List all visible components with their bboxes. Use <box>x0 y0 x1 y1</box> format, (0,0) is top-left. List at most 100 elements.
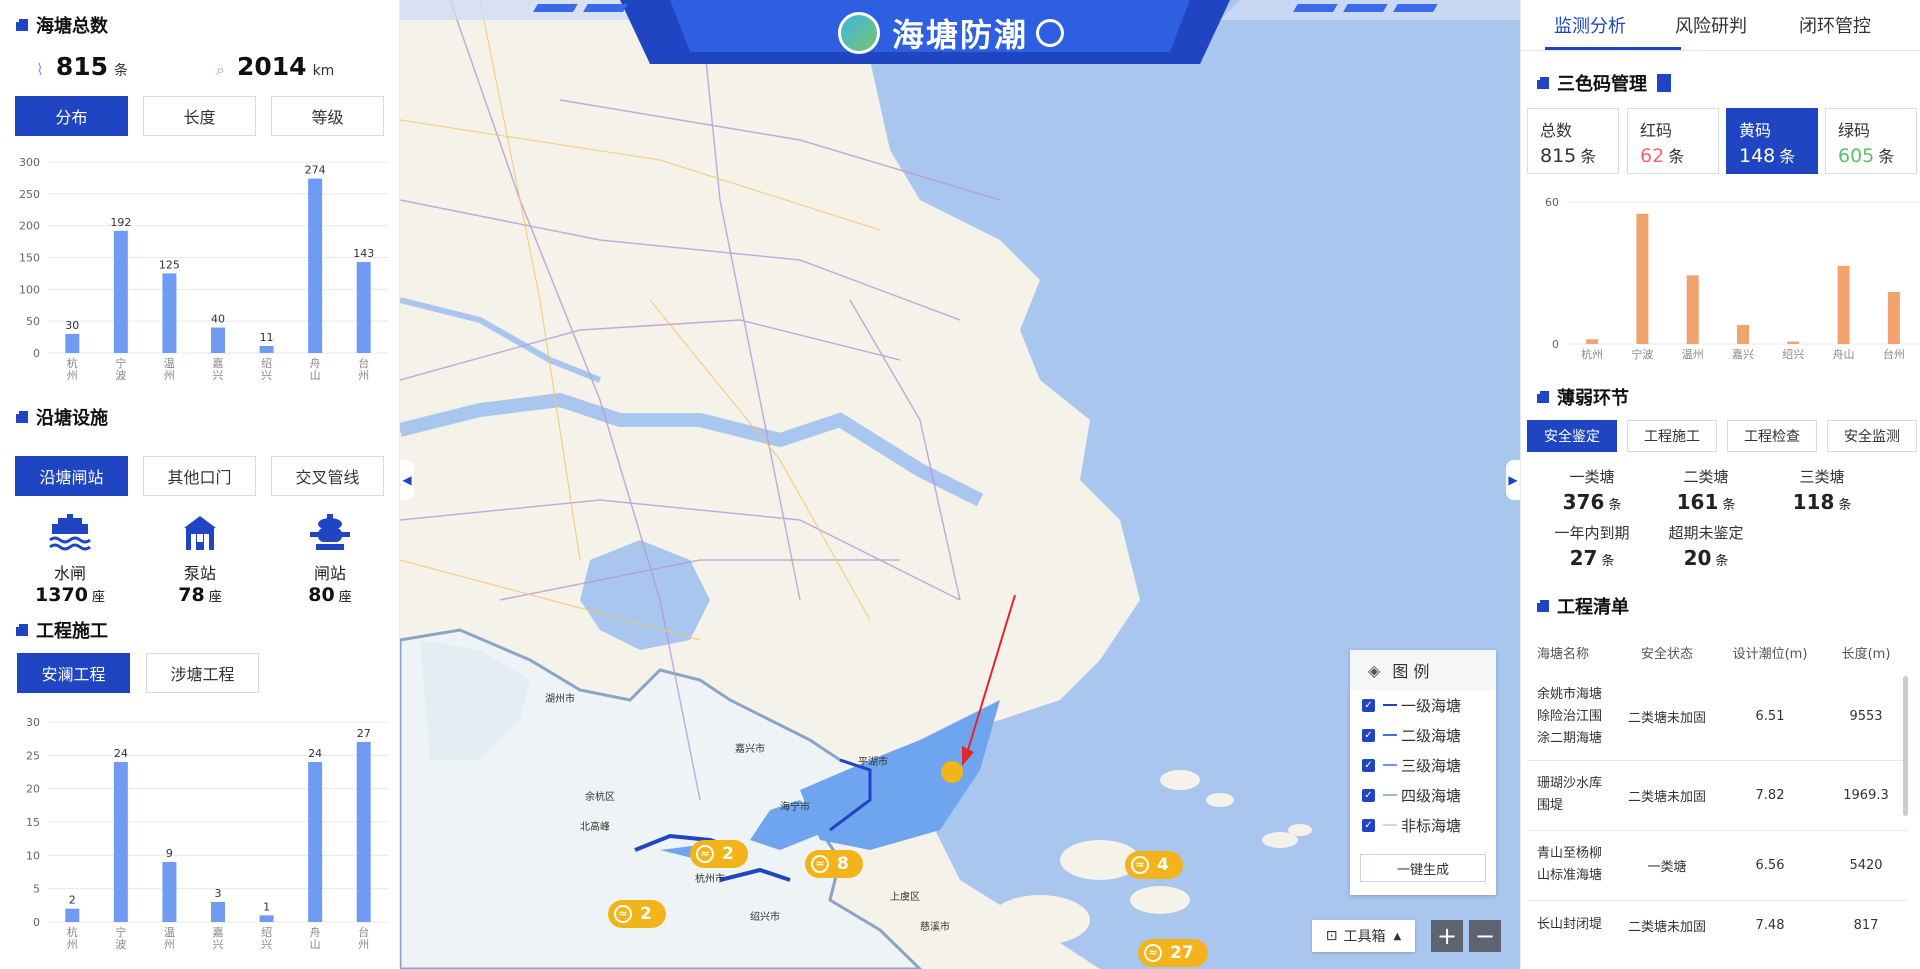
btn-other-gates[interactable]: 其他口门 <box>143 456 256 496</box>
table-row[interactable]: 珊瑚沙水库围堤 二类塘未加固 7.82 1969.3 <box>1527 760 1907 830</box>
zoom-in-button[interactable]: + <box>1431 920 1463 952</box>
legend-item[interactable]: ✓ 三级海塘 <box>1350 750 1496 780</box>
table-row[interactable]: 余姚市海塘除险治江围涂二期海塘 二类塘未加固 6.51 9553 <box>1527 674 1907 760</box>
bar[interactable] <box>308 178 323 353</box>
line-swatch <box>1383 734 1397 736</box>
collapse-right-icon[interactable]: ▶ <box>1506 460 1520 500</box>
checkbox-icon[interactable]: ✓ <box>1362 788 1375 802</box>
btn-inspection[interactable]: 工程检查 <box>1727 420 1817 452</box>
bar[interactable] <box>308 762 323 922</box>
table-scrollbar[interactable] <box>1903 676 1908 816</box>
bar[interactable] <box>1787 341 1800 344</box>
project-table: 海塘名称 安全状态 设计潮位(m) 长度(m) 余姚市海塘除险治江围涂二期海塘 … <box>1527 630 1907 950</box>
checkbox-icon[interactable]: ✓ <box>1362 698 1375 712</box>
btn-crossing-pipes[interactable]: 交叉管线 <box>271 456 384 496</box>
y-tick-label: 150 <box>19 252 40 265</box>
legend-label: 非标海塘 <box>1401 816 1462 835</box>
cluster-count: 2 <box>722 844 734 864</box>
bar[interactable] <box>162 862 177 922</box>
x-tick-label: 舟山 <box>1833 347 1855 361</box>
bar[interactable] <box>1686 275 1699 344</box>
collapse-left-icon[interactable]: ◀ <box>400 460 414 500</box>
code-card-yellow[interactable]: 黄码 148 条 <box>1726 108 1818 174</box>
checkbox-icon[interactable]: ✓ <box>1362 758 1375 772</box>
code-card-red[interactable]: 红码 62 条 <box>1627 108 1719 174</box>
legend-item[interactable]: ✓ 四级海塘 <box>1350 780 1496 810</box>
x-tick-label: 绍兴 <box>1782 347 1804 361</box>
btn-construction[interactable]: 工程施工 <box>1627 420 1717 452</box>
weak-item: 二类塘 161 条 <box>1651 466 1761 514</box>
bar[interactable] <box>162 273 177 353</box>
btn-anlan-project[interactable]: 安澜工程 <box>17 653 130 693</box>
bar[interactable] <box>211 327 225 353</box>
bar[interactable] <box>1737 325 1749 344</box>
bar[interactable] <box>1636 213 1649 344</box>
btn-sluice-station[interactable]: 沿塘闸站 <box>15 456 128 496</box>
bar[interactable] <box>1837 265 1850 344</box>
card-unit: 条 <box>1668 147 1685 166</box>
toolbox-icon: ⊡ <box>1325 928 1338 944</box>
tab-closed-loop[interactable]: 闭环管控 <box>1773 0 1897 50</box>
tab-risk[interactable]: 风险研判 <box>1649 0 1773 50</box>
table-row[interactable]: 青山至杨柳山标准海塘 一类塘 6.56 5420 <box>1527 830 1907 900</box>
toolbox-button[interactable]: ⊡ 工具箱 ▲ <box>1312 920 1415 952</box>
y-tick-label: 60 <box>1545 196 1559 209</box>
map-label: 海宁市 <box>780 800 810 813</box>
map-cluster[interactable]: ≈2 <box>690 840 748 868</box>
bar[interactable] <box>65 908 80 922</box>
cluster-count: 8 <box>837 854 849 874</box>
map-cluster[interactable]: ≈2 <box>608 900 666 928</box>
weak-item: 一类塘 376 条 <box>1537 466 1647 514</box>
generate-button[interactable]: 一键生成 <box>1360 854 1486 882</box>
bar[interactable] <box>211 902 225 922</box>
bar[interactable] <box>259 345 274 353</box>
btn-length[interactable]: 长度 <box>143 96 256 136</box>
document-icon[interactable] <box>1657 74 1671 92</box>
map-view[interactable]: 湖州市 嘉兴市 杭州市 绍兴市 平湖市 海宁市 余杭区 北高峰 上虞区 慈溪市 … <box>400 0 1520 969</box>
zoom-out-button[interactable]: − <box>1469 920 1501 952</box>
legend-label: 三级海塘 <box>1401 756 1462 775</box>
legend-item[interactable]: ✓ 非标海塘 <box>1350 810 1496 840</box>
weak-label: 三类塘 <box>1799 468 1845 486</box>
table-header: 设计潮位(m) <box>1732 646 1808 662</box>
tab-monitoring[interactable]: 监测分析 <box>1521 0 1659 50</box>
cluster-count: 2 <box>640 904 652 924</box>
checkbox-icon[interactable]: ✓ <box>1362 818 1375 832</box>
bar[interactable] <box>1887 291 1900 344</box>
bar[interactable] <box>259 915 274 922</box>
line-swatch <box>1383 824 1397 826</box>
btn-safety-monitor[interactable]: 安全监测 <box>1827 420 1917 452</box>
length-unit: km <box>312 63 335 79</box>
map-cluster[interactable]: ≈27 <box>1138 939 1208 967</box>
legend-label: 四级海塘 <box>1401 786 1462 805</box>
x-tick-label: 嘉兴 <box>213 356 224 382</box>
y-tick-label: 200 <box>19 220 40 233</box>
bar[interactable] <box>356 261 371 353</box>
bar[interactable] <box>65 333 80 353</box>
checkbox-icon[interactable]: ✓ <box>1362 728 1375 742</box>
btn-safety-appraisal[interactable]: 安全鉴定 <box>1527 420 1617 452</box>
btn-distribution[interactable]: 分布 <box>15 96 128 136</box>
legend-item[interactable]: ✓ 一级海塘 <box>1350 690 1496 720</box>
code-card-total[interactable]: 总数 815 条 <box>1527 108 1619 174</box>
bar[interactable] <box>113 762 128 922</box>
weak-value: 118 条 <box>1767 490 1877 514</box>
y-tick-label: 15 <box>26 816 40 829</box>
map-cluster[interactable]: ≈4 <box>1125 851 1183 879</box>
table-row[interactable]: 长山封闭堤 二类塘未加固 7.48 817 <box>1527 900 1907 950</box>
bar[interactable] <box>1586 339 1599 344</box>
facility-number: 78 <box>178 584 205 606</box>
legend-header: ◈ 图 例 <box>1350 650 1496 690</box>
data-label: 192 <box>110 216 131 229</box>
cluster-count: 4 <box>1157 855 1169 875</box>
data-label: 24 <box>308 747 322 760</box>
project-chart: 0 5 10 15 20 25 30 2 杭州 24 宁波 9 温州 3 嘉兴 1 绍兴 24 舟山 27 台州 <box>26 716 388 951</box>
btn-seawall-project[interactable]: 涉塘工程 <box>146 653 259 693</box>
bar[interactable] <box>356 742 371 922</box>
facility-number: 1370 <box>35 584 88 606</box>
legend-item[interactable]: ✓ 二级海塘 <box>1350 720 1496 750</box>
btn-grade[interactable]: 等级 <box>271 96 384 136</box>
code-card-green[interactable]: 绿码 605 条 <box>1825 108 1917 174</box>
bar[interactable] <box>113 230 128 353</box>
map-cluster[interactable]: ≈8 <box>805 850 863 878</box>
